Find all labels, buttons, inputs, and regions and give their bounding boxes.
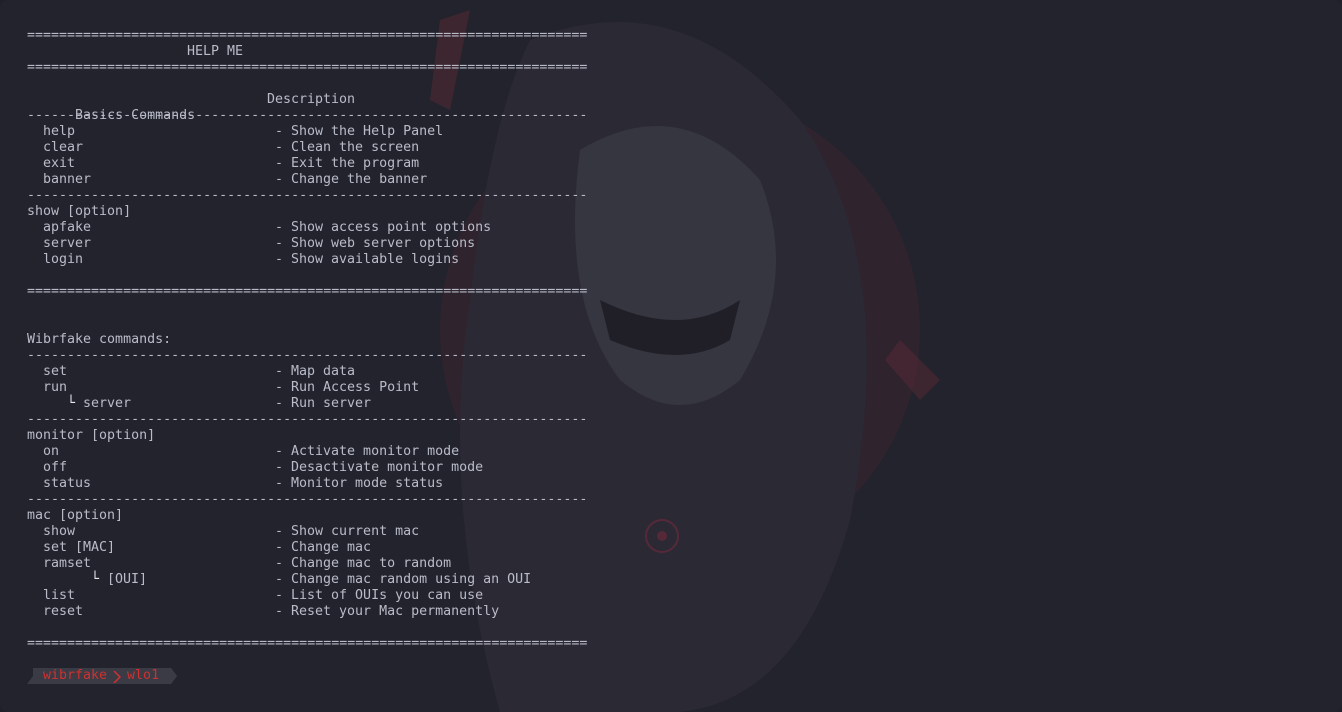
command-description: - Show access point options bbox=[275, 220, 492, 235]
command-row: help - Show the Help Panel bbox=[27, 124, 627, 140]
command-name: ramset bbox=[43, 556, 92, 571]
command-name: status bbox=[43, 476, 92, 491]
prompt-interface: wlo1 bbox=[127, 668, 160, 683]
command-name: run bbox=[43, 380, 68, 395]
column-header-description: Description bbox=[267, 92, 356, 107]
command-name: server bbox=[43, 236, 92, 251]
command-name: list bbox=[43, 588, 76, 603]
divider: ----------------------------------------… bbox=[27, 188, 588, 203]
command-description: - Clean the screen bbox=[275, 140, 420, 155]
command-name: help bbox=[43, 124, 76, 139]
command-name: show bbox=[43, 524, 76, 539]
branch-icon: └ bbox=[67, 396, 76, 411]
command-description: - List of OUIs you can use bbox=[275, 588, 484, 603]
command-description: - Desactivate monitor mode bbox=[275, 460, 484, 475]
command-name: clear bbox=[43, 140, 84, 155]
help-panel: ========================================… bbox=[27, 28, 627, 652]
command-row: show - Show current mac bbox=[27, 524, 627, 540]
command-row: on - Activate monitor mode bbox=[27, 444, 627, 460]
command-description: - Show available logins bbox=[275, 252, 460, 267]
command-description: - Reset your Mac permanently bbox=[275, 604, 500, 619]
command-description: - Exit the program bbox=[275, 156, 420, 171]
command-row: banner - Change the banner bbox=[27, 172, 627, 188]
command-row: off - Desactivate monitor mode bbox=[27, 460, 627, 476]
command-name: banner bbox=[43, 172, 92, 187]
command-row: exit - Exit the program bbox=[27, 156, 627, 172]
divider: ========================================… bbox=[27, 28, 588, 43]
section-header-mac: mac [option] bbox=[27, 508, 124, 523]
command-description: - Show current mac bbox=[275, 524, 420, 539]
command-row: reset - Reset your Mac permanently bbox=[27, 604, 627, 620]
command-name: set [MAC] bbox=[43, 540, 116, 555]
command-name: exit bbox=[43, 156, 76, 171]
command-description: - Show the Help Panel bbox=[275, 124, 444, 139]
command-name: [OUI] bbox=[107, 572, 148, 587]
section-header-wibrfake: Wibrfake commands: bbox=[27, 332, 172, 347]
command-row: └ [OUI] - Change mac random using an OUI bbox=[27, 572, 627, 588]
command-description: - Activate monitor mode bbox=[275, 444, 460, 459]
divider: ----------------------------------------… bbox=[27, 348, 588, 363]
command-description: - Run Access Point bbox=[275, 380, 420, 395]
prompt-app-name: wibrfake bbox=[43, 668, 108, 683]
command-row: server - Show web server options bbox=[27, 236, 627, 252]
prompt-segment: wibrfake wlo1 bbox=[27, 668, 177, 684]
command-row: status - Monitor mode status bbox=[27, 476, 627, 492]
chevron-right-icon bbox=[113, 671, 121, 681]
command-name: on bbox=[43, 444, 60, 459]
column-headers: Basics Commands Description bbox=[27, 92, 627, 123]
command-description: - Change the banner bbox=[275, 172, 428, 187]
divider: ========================================… bbox=[27, 284, 588, 299]
section-header-monitor: monitor [option] bbox=[27, 428, 156, 443]
command-row: run - Run Access Point bbox=[27, 380, 627, 396]
divider: ----------------------------------------… bbox=[27, 492, 588, 507]
command-name: set bbox=[43, 364, 68, 379]
section-header-show: show [option] bbox=[27, 204, 132, 219]
terminal-window[interactable]: ========================================… bbox=[0, 0, 1342, 712]
command-row: apfake - Show access point options bbox=[27, 220, 627, 236]
command-description: - Run server bbox=[275, 396, 372, 411]
divider: ----------------------------------------… bbox=[27, 412, 588, 427]
command-description: - Map data bbox=[275, 364, 356, 379]
command-description: - Monitor mode status bbox=[275, 476, 444, 491]
command-row: list - List of OUIs you can use bbox=[27, 588, 627, 604]
command-row: login - Show available logins bbox=[27, 252, 627, 268]
command-name: off bbox=[43, 460, 68, 475]
command-name: server bbox=[83, 396, 132, 411]
command-description: - Show web server options bbox=[275, 236, 476, 251]
shell-prompt[interactable]: wibrfake wlo1 bbox=[27, 668, 177, 684]
divider: ========================================… bbox=[27, 636, 588, 651]
command-description: - Change mac random using an OUI bbox=[275, 572, 532, 587]
command-name: apfake bbox=[43, 220, 92, 235]
help-title: HELP ME bbox=[187, 44, 244, 59]
command-row: set [MAC] - Change mac bbox=[27, 540, 627, 556]
command-name: reset bbox=[43, 604, 84, 619]
command-row: ramset - Change mac to random bbox=[27, 556, 627, 572]
command-description: - Change mac to random bbox=[275, 556, 452, 571]
divider: ========================================… bbox=[27, 60, 588, 75]
command-name: login bbox=[43, 252, 84, 267]
command-row: └ server - Run server bbox=[27, 396, 627, 412]
branch-icon: └ bbox=[91, 572, 100, 587]
command-row: set - Map data bbox=[27, 364, 627, 380]
column-header-commands: Basics Commands bbox=[75, 108, 196, 123]
command-description: - Change mac bbox=[275, 540, 372, 555]
command-row: clear - Clean the screen bbox=[27, 140, 627, 156]
